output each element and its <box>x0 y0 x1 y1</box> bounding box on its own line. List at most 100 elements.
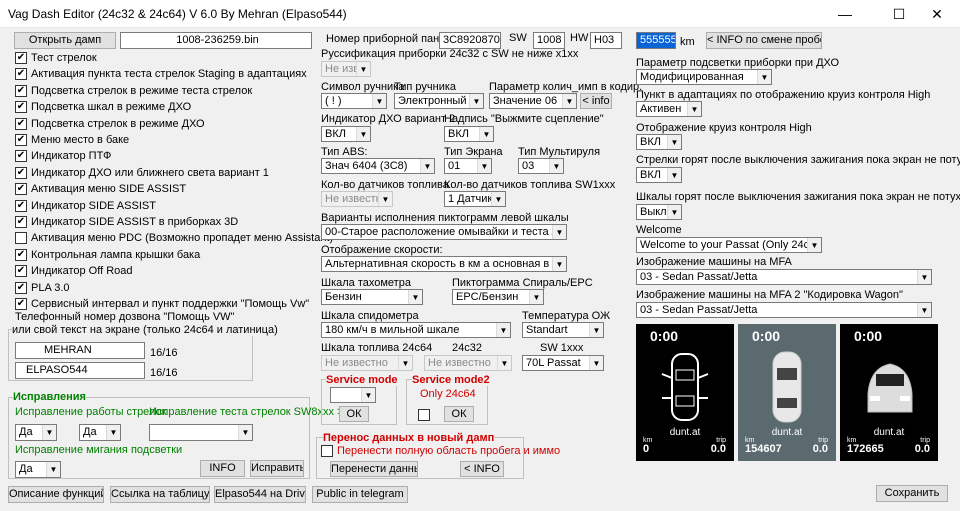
open-dump-button[interactable]: Открыть дамп <box>14 32 116 49</box>
service-mode2-ok-button[interactable]: ОК <box>444 406 474 422</box>
test-fix-select[interactable]: ▼ <box>149 424 253 441</box>
checked-checkbox[interactable]: ✔ <box>15 166 27 179</box>
russify-select[interactable]: Не изве ▼ <box>321 61 371 77</box>
checked-checkbox[interactable]: ✔ <box>15 248 27 261</box>
feature-checkbox-row[interactable]: ✔ Подсветка стрелок в режиме ДХО <box>15 117 205 134</box>
feature-checkbox-row[interactable]: ✔ Индикатор Off Road <box>15 265 133 281</box>
telegram-link-button[interactable]: Public in telegram <box>312 486 408 503</box>
arrows-fix-select-2[interactable]: Да ▼ <box>79 424 121 441</box>
dump-file-field[interactable]: 1008-236259.bin <box>120 32 312 49</box>
service-mode2-checkbox[interactable] <box>418 409 430 421</box>
tacho-select[interactable]: Бензин ▼ <box>321 289 423 305</box>
checked-checkbox[interactable]: ✔ <box>15 183 27 196</box>
feature-checkbox-row[interactable]: ✔ Индикатор ДХО или ближнего света вариан… <box>15 166 269 183</box>
welcome-select[interactable]: Welcome to your Passat (Only 24c64) ▼ <box>636 237 822 253</box>
feature-checkbox-row[interactable]: Активация меню PDC (Возможно пропадет ме… <box>15 232 333 248</box>
phone-line1-count: 16/16 <box>150 347 178 359</box>
needles-off-select[interactable]: ВКЛ ▼ <box>636 167 682 183</box>
drive2-link-button[interactable]: Elpaso544 на Drive2 <box>214 486 306 503</box>
sw1xxx-select[interactable]: 70L Passat ▼ <box>522 355 604 371</box>
service-mode2-subtitle: Only 24c64 <box>420 388 476 400</box>
drl-indicator-select[interactable]: ВКЛ ▼ <box>321 126 371 142</box>
checked-checkbox[interactable]: ✔ <box>15 134 27 147</box>
sw-field[interactable]: 1008 <box>533 32 565 49</box>
wheel-param-select[interactable]: Значение 06 ▼ <box>489 93 577 109</box>
multi-wheel-select[interactable]: 03 ▼ <box>518 158 564 174</box>
hw-field[interactable]: H03 <box>590 32 622 49</box>
table-link-button[interactable]: Ссылка на таблицу <box>110 486 210 503</box>
feature-checkbox-row[interactable]: ✔ Индикатор SIDE ASSIST <box>15 199 156 216</box>
checked-checkbox[interactable]: ✔ <box>15 68 27 81</box>
sw-label: SW <box>509 32 527 44</box>
transfer-info-button[interactable]: < INFO <box>460 461 504 477</box>
service-mode-ok-button[interactable]: ОК <box>339 406 369 422</box>
cruise-display-label: Отображение круиз контроля High <box>636 122 812 134</box>
pictogram-select[interactable]: 00-Старое расположение омывайки и теста … <box>321 224 567 240</box>
transfer-full-row[interactable]: Перенести полную область пробега и иммо <box>321 445 560 461</box>
cruise-adapt-select[interactable]: Активен ▼ <box>636 101 702 117</box>
speedo-select[interactable]: 180 км/ч в мильной шкале ▼ <box>321 322 511 338</box>
phone-line2-field[interactable]: ELPASO544 <box>15 362 145 379</box>
feature-checkbox-row[interactable]: ✔ Меню место в баке <box>15 134 129 150</box>
km-label: km <box>680 36 695 48</box>
fuel-sensors-select[interactable]: Не известно ▼ <box>321 191 393 207</box>
checked-checkbox[interactable]: ✔ <box>15 199 27 212</box>
speed-display-select[interactable]: Альтернативная скорость в км а основная … <box>321 256 567 272</box>
unchecked-checkbox[interactable] <box>15 232 27 245</box>
fuel-scale-select[interactable]: Не известно ▼ <box>321 355 413 371</box>
wheel-param-label: Параметр колич_имп в кодир. <box>489 81 643 93</box>
feature-checkbox-row[interactable]: ✔ Индикатор ПТФ <box>15 150 111 166</box>
clutch-select[interactable]: ВКЛ ▼ <box>444 126 494 142</box>
c32-select[interactable]: Не известно ▼ <box>424 355 512 371</box>
fixes-info-button[interactable]: INFO <box>200 460 245 477</box>
close-button[interactable]: ✕ <box>914 0 960 28</box>
feature-checkbox-row[interactable]: ✔ PLA 3.0 <box>15 281 70 298</box>
cruise-display-select[interactable]: ВКЛ ▼ <box>636 134 682 150</box>
mileage-info-button[interactable]: < INFO по смене пробега <box>706 32 822 49</box>
functions-description-button[interactable]: Описание функций <box>8 486 104 503</box>
mfa-image-select[interactable]: 03 - Sedan Passat/Jetta ▼ <box>636 269 932 285</box>
abs-type-select[interactable]: Знач 6404 (3C8) ▼ <box>321 158 435 174</box>
feature-checkbox-label: Контрольная лампа крышки бака <box>31 248 201 261</box>
checked-checkbox[interactable]: ✔ <box>15 265 27 278</box>
coolant-temp-select[interactable]: Standart ▼ <box>522 322 604 338</box>
spiral-select[interactable]: EPC/Бензин ▼ <box>452 289 544 305</box>
scales-off-select[interactable]: Выкл ▼ <box>636 204 682 220</box>
fix-button[interactable]: Исправить <box>250 460 304 477</box>
blink-fix-select[interactable]: Да ▼ <box>15 461 61 478</box>
minimize-button[interactable]: — <box>822 0 868 28</box>
arrows-fix-select[interactable]: Да ▼ <box>15 424 57 441</box>
fuel-sensors-sw1-select[interactable]: 1 Датчик ▼ <box>444 191 506 207</box>
checked-checkbox[interactable]: ✔ <box>15 84 27 97</box>
feature-checkbox-row[interactable]: ✔ Активация пункта теста стрелок Staging … <box>15 68 307 84</box>
mfa2-image-select[interactable]: 03 - Sedan Passat/Jetta ▼ <box>636 302 932 318</box>
checked-checkbox[interactable]: ✔ <box>15 281 27 294</box>
handbrake-type-select[interactable]: Электронный ▼ <box>394 93 484 109</box>
screen-type-select[interactable]: 01 ▼ <box>444 158 492 174</box>
feature-checkbox-row[interactable]: ✔ Индикатор SIDE ASSIST в приборках 3D <box>15 216 238 232</box>
phone-line1-field[interactable]: MEHRAN <box>15 342 145 359</box>
checked-checkbox[interactable]: ✔ <box>15 117 27 130</box>
feature-checkbox-row[interactable]: ✔ Активация меню SIDE ASSIST <box>15 183 186 199</box>
feature-checkbox-row[interactable]: ✔ Подсветка стрелок в режиме теста стрело… <box>15 84 252 101</box>
checked-checkbox[interactable]: ✔ <box>15 101 27 114</box>
feature-checkbox-row[interactable]: ✔ Тест стрелок <box>15 52 97 68</box>
service-mode-select[interactable]: ▼ <box>330 387 376 403</box>
wheel-info-button[interactable]: < info <box>580 93 612 109</box>
checked-checkbox[interactable]: ✔ <box>15 298 27 311</box>
test-fix-label: Исправление теста стрелок SW8xxx > <box>149 406 344 418</box>
checked-checkbox[interactable]: ✔ <box>15 52 27 65</box>
transfer-data-button[interactable]: Перенести данные <box>330 461 418 477</box>
feature-checkbox-row[interactable]: ✔ Контрольная лампа крышки бака <box>15 248 201 265</box>
panel-number-field[interactable]: 3C8920870T <box>439 32 501 49</box>
handbrake-symbol-select[interactable]: ( ! ) ▼ <box>321 93 387 109</box>
checked-checkbox[interactable]: ✔ <box>15 150 27 163</box>
russify-label: Руссификация приборки 24c32 с SW не ниже… <box>321 48 579 60</box>
save-button[interactable]: Сохранить <box>876 485 948 502</box>
backlight-select[interactable]: Модифицированная ▼ <box>636 69 772 85</box>
mileage-field[interactable]: 555555 <box>636 32 676 49</box>
transfer-full-checkbox[interactable] <box>321 445 333 458</box>
dash-odometer: 172665 <box>847 443 884 455</box>
feature-checkbox-row[interactable]: ✔ Подсветка шкал в режиме ДХО <box>15 101 191 117</box>
checked-checkbox[interactable]: ✔ <box>15 216 27 229</box>
